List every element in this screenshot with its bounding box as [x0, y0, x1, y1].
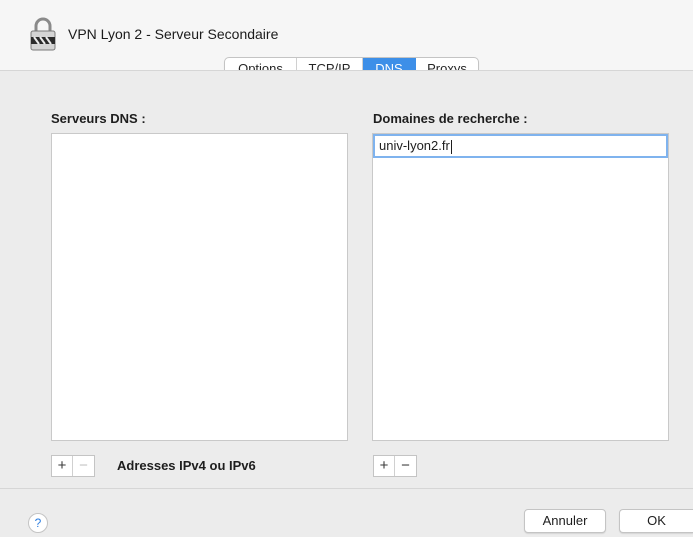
remove-search-domain-button[interactable]: −: [395, 456, 416, 476]
search-domains-label: Domaines de recherche :: [373, 111, 528, 126]
search-domains-buttons: + −: [373, 455, 417, 477]
add-dns-server-button[interactable]: +: [52, 456, 73, 476]
text-cursor: [450, 139, 452, 154]
window-title: VPN Lyon 2 - Serveur Secondaire: [68, 26, 279, 42]
dns-servers-list[interactable]: [51, 133, 348, 441]
cancel-button[interactable]: Annuler: [524, 509, 606, 533]
dns-pane: Serveurs DNS : Domaines de recherche : u…: [0, 70, 693, 488]
window-header: VPN Lyon 2 - Serveur Secondaire Options …: [0, 0, 693, 81]
search-domain-input[interactable]: univ-lyon2.fr: [373, 134, 668, 158]
vpn-lock-icon: [30, 17, 56, 51]
network-settings-window: VPN Lyon 2 - Serveur Secondaire Options …: [0, 0, 693, 537]
ok-button[interactable]: OK: [619, 509, 693, 533]
add-search-domain-button[interactable]: +: [374, 456, 395, 476]
dns-servers-buttons: + −: [51, 455, 95, 477]
search-domain-value: univ-lyon2.fr: [379, 138, 450, 153]
search-domains-list[interactable]: univ-lyon2.fr: [372, 133, 669, 441]
help-button[interactable]: ?: [28, 513, 48, 533]
dialog-footer: ? Annuler OK: [0, 488, 693, 537]
dns-address-hint: Adresses IPv4 ou IPv6: [117, 458, 256, 473]
dns-servers-label: Serveurs DNS :: [51, 111, 146, 126]
remove-dns-server-button[interactable]: −: [73, 456, 94, 476]
